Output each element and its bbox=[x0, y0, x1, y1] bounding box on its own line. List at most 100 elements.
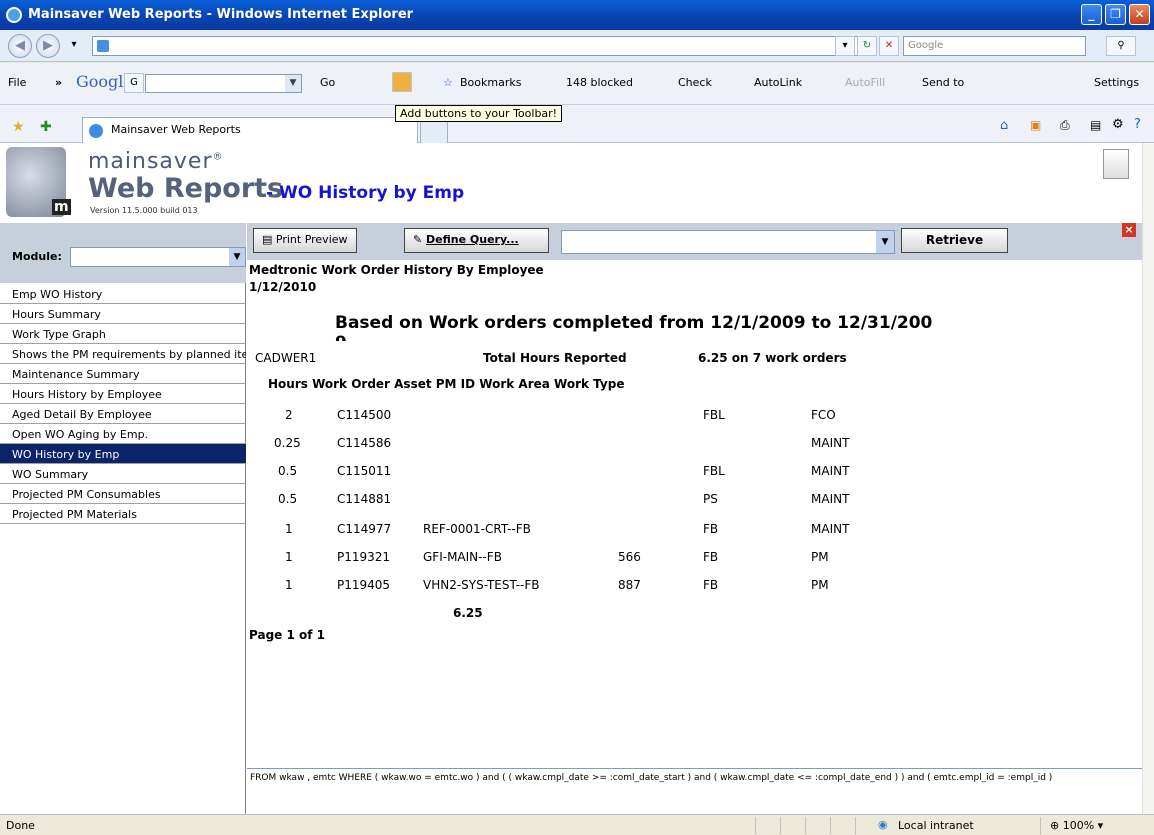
asset-cell: GFI-MAIN--FB bbox=[423, 550, 502, 564]
pmid-cell: 566 bbox=[618, 550, 641, 564]
report-item[interactable]: Open WO Aging by Emp. bbox=[0, 424, 246, 444]
report-item[interactable]: Shows the PM requirements by planned ite bbox=[0, 344, 246, 364]
forward-button[interactable]: ▶ bbox=[36, 34, 60, 58]
page-scrollbar[interactable] bbox=[1142, 143, 1154, 814]
close-pane-icon[interactable]: × bbox=[1122, 223, 1136, 237]
query-select[interactable]: ▼ bbox=[561, 230, 895, 254]
google-g-dropdown[interactable]: G bbox=[124, 73, 144, 93]
date-range-wrap: 9 bbox=[335, 333, 347, 341]
combo-dropdown-icon[interactable]: ▼ bbox=[285, 75, 301, 92]
minimize-button[interactable]: _ bbox=[1081, 4, 1102, 25]
address-dropdown-icon[interactable]: ▾ bbox=[835, 36, 855, 56]
maximize-button[interactable]: ❐ bbox=[1105, 4, 1126, 25]
add-favorites-icon[interactable]: ✚ bbox=[40, 119, 52, 135]
popup-blocked-count[interactable]: 148 blocked bbox=[566, 76, 633, 89]
report-item[interactable]: Maintenance Summary bbox=[0, 364, 246, 384]
settings-button[interactable]: Settings bbox=[1094, 76, 1139, 89]
favorites-star-icon[interactable]: ★ bbox=[12, 119, 25, 135]
status-divider bbox=[830, 817, 831, 834]
type-cell: FCO bbox=[811, 408, 836, 422]
export-icon[interactable] bbox=[1103, 149, 1129, 179]
help-icon[interactable]: ? bbox=[1134, 117, 1141, 132]
bookmarks-menu[interactable]: Bookmarks bbox=[460, 76, 521, 89]
refresh-icon[interactable]: ↻ bbox=[857, 36, 877, 56]
search-icon[interactable]: ⚲ bbox=[1106, 36, 1136, 56]
mainsaver-logo: m bbox=[6, 147, 71, 217]
brand-product: Web Reports bbox=[88, 173, 284, 204]
google-search-combo[interactable]: ▼ bbox=[145, 74, 302, 93]
window-titlebar: Mainsaver Web Reports - Windows Internet… bbox=[0, 0, 1154, 30]
ie-tab-icon bbox=[89, 124, 103, 138]
tools-icon[interactable]: ⚙ bbox=[1112, 117, 1124, 132]
type-cell: PM bbox=[811, 550, 829, 564]
wo-cell: C115011 bbox=[337, 464, 392, 478]
print-icon[interactable]: ⎙ bbox=[1060, 118, 1070, 133]
zoom-value: 100% bbox=[1062, 819, 1095, 832]
tab-mainsaver[interactable]: Mainsaver Web Reports bbox=[82, 117, 418, 143]
status-divider bbox=[805, 817, 806, 834]
page-menu-icon[interactable]: ▤ bbox=[1090, 118, 1101, 132]
hours-cell: 0.25 bbox=[274, 436, 301, 450]
hours-cell: 0.5 bbox=[278, 464, 298, 478]
report-item[interactable]: Emp WO History bbox=[0, 284, 246, 304]
wo-cell: C114500 bbox=[337, 408, 392, 422]
report-item[interactable]: Projected PM Consumables bbox=[0, 484, 246, 504]
query-dropdown-icon[interactable]: ▼ bbox=[876, 231, 894, 253]
module-select[interactable]: ▼ bbox=[70, 247, 246, 267]
module-dropdown-icon[interactable]: ▼ bbox=[229, 248, 245, 266]
home-icon[interactable]: ⌂ bbox=[1000, 118, 1008, 133]
type-cell: MAINT bbox=[811, 464, 850, 478]
tab-bar: ★ ✚ Mainsaver Web Reports ⌂ ▣ ⎙ ▤ ⚙ ? bbox=[0, 105, 1154, 143]
report-list: Emp WO History Hours Summary Work Type G… bbox=[0, 284, 246, 524]
search-placeholder: Google bbox=[908, 40, 944, 51]
history-dropdown-icon[interactable]: ▾ bbox=[64, 36, 84, 56]
report-item-selected[interactable]: WO History by Emp bbox=[0, 444, 246, 464]
type-cell: MAINT bbox=[811, 492, 850, 506]
feeds-icon[interactable]: ▣ bbox=[1030, 118, 1041, 132]
new-tab-button[interactable] bbox=[420, 121, 448, 143]
retrieve-button[interactable]: Retrieve bbox=[901, 228, 1008, 253]
spell-check-button[interactable]: Check bbox=[678, 76, 712, 89]
report-item[interactable]: WO Summary bbox=[0, 464, 246, 484]
define-query-icon: ✎ bbox=[413, 233, 427, 246]
print-preview-label: Print Preview bbox=[275, 233, 348, 246]
go-button[interactable]: Go bbox=[320, 76, 335, 89]
type-cell: MAINT bbox=[811, 436, 850, 450]
app-header: m mainsaver® Web Reports Version 11.5.00… bbox=[0, 143, 1142, 223]
area-cell: FB bbox=[703, 522, 719, 536]
date-range-line: Based on Work orders completed from 12/1… bbox=[335, 313, 933, 333]
report-item[interactable]: Aged Detail By Employee bbox=[0, 404, 246, 424]
stop-icon[interactable]: ✕ bbox=[879, 36, 899, 56]
close-button[interactable]: ✕ bbox=[1129, 4, 1150, 25]
report-item[interactable]: Projected PM Materials bbox=[0, 504, 246, 524]
report-item[interactable]: Hours History by Employee bbox=[0, 384, 246, 404]
wo-cell: C114977 bbox=[337, 522, 392, 536]
wo-cell: P119321 bbox=[337, 550, 391, 564]
define-query-button[interactable]: ✎ Define Query... bbox=[404, 228, 549, 253]
columns-header: Hours Work Order Asset PM ID Work Area W… bbox=[268, 377, 625, 391]
module-bar: Module: ▼ bbox=[0, 223, 246, 283]
toolbar-tooltip: Add buttons to your Toolbar! bbox=[395, 105, 563, 122]
area-cell: FBL bbox=[703, 464, 725, 478]
report-item[interactable]: Hours Summary bbox=[0, 304, 246, 324]
file-menu[interactable]: File bbox=[8, 76, 26, 89]
address-input[interactable] bbox=[92, 36, 877, 56]
chevron-icon[interactable]: » bbox=[55, 76, 62, 89]
command-toolbar: File » Google G ▼ Go ☆ Bookmarks 148 blo… bbox=[0, 63, 1154, 105]
sql-text[interactable]: FROM wkaw , emtc WHERE ( wkaw.wo = emtc.… bbox=[247, 768, 1142, 814]
hours-cell: 0.5 bbox=[278, 492, 298, 506]
wo-cell: C114881 bbox=[337, 492, 392, 506]
print-preview-button[interactable]: ▤ Print Preview bbox=[253, 228, 357, 253]
back-button[interactable]: ◀ bbox=[8, 34, 32, 58]
report-item[interactable]: Work Type Graph bbox=[0, 324, 246, 344]
autofill-button[interactable]: AutoFill bbox=[845, 76, 885, 89]
addon-icon[interactable] bbox=[392, 72, 412, 92]
autolink-button[interactable]: AutoLink bbox=[754, 76, 802, 89]
zoom-level[interactable]: ⊕ 100% ▾ bbox=[1050, 819, 1103, 832]
star-icon: ☆ bbox=[443, 76, 453, 89]
send-to-button[interactable]: Send to bbox=[922, 76, 964, 89]
search-input[interactable]: Google bbox=[903, 36, 1086, 56]
tab-label: Mainsaver Web Reports bbox=[111, 123, 241, 136]
type-cell: MAINT bbox=[811, 522, 850, 536]
asset-cell: VHN2-SYS-TEST--FB bbox=[423, 578, 540, 592]
